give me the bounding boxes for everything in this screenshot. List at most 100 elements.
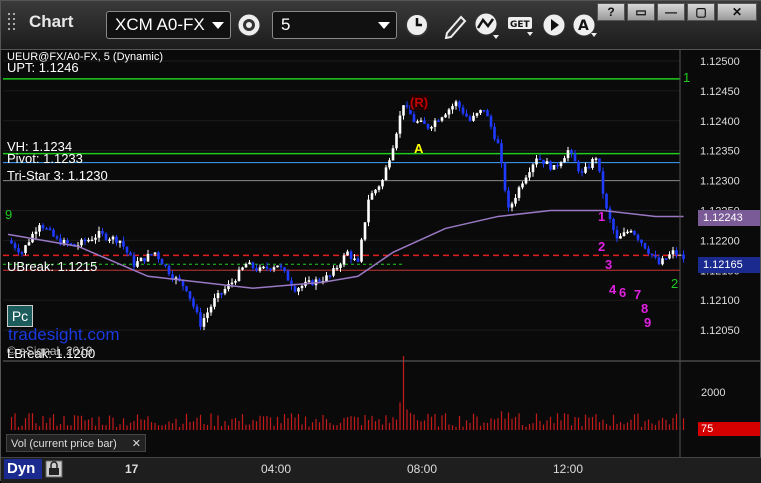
candle-body [465,113,468,117]
candle-body [682,254,685,260]
candle-body [643,243,647,249]
price-tick: 1.12500 [700,56,740,68]
candle-body [444,114,447,118]
candle-body [559,162,563,167]
candle-body [570,150,573,154]
candle-body [629,230,633,233]
get-data-icon[interactable]: GET [507,11,535,39]
price-tick: 1.12050 [700,325,740,337]
play-icon[interactable] [541,11,569,39]
candle-body [262,266,265,269]
candle-body [339,264,342,268]
candle-body [615,229,619,239]
price-chart[interactable]: 1.12500 1.12450 1.12400 1.12350 1.12300 1.122… [3,49,760,457]
candle-body [451,106,454,110]
minimize-button[interactable]: — [657,3,685,21]
candle-body [111,236,115,240]
candle-body [237,269,241,281]
candle-body [416,121,419,123]
candle-body [38,225,41,232]
studies-icon[interactable] [473,11,501,39]
window-title: Chart [29,12,74,31]
dyn-button[interactable]: Dyn [4,459,42,479]
candle-body [482,109,486,112]
candle-body [45,228,48,230]
candle-body [458,101,461,108]
candle-body [248,262,251,265]
candle-body [524,177,528,184]
candle-body [661,258,664,265]
td-count-magenta: 8 [641,301,648,316]
lock-icon[interactable] [45,460,63,478]
help-button[interactable]: ? [597,3,625,21]
candle-body [206,312,209,319]
a-marker: A [414,141,424,156]
candle-body [356,258,360,262]
clock-icon[interactable] [403,11,431,39]
candle-body [619,236,622,239]
td-count-magenta: 2 [598,239,605,254]
volume-panel-text: Vol (current price bar) [11,438,117,450]
candle-body [654,255,657,258]
chevron-down-icon [378,22,390,29]
settings-gear-icon[interactable] [235,11,263,39]
candle-body [146,253,150,262]
candle-body [241,267,244,270]
candle-body [538,158,542,161]
symbol-select[interactable]: XCM A0-FX [106,11,231,39]
candle-body [272,267,276,270]
candle-body [584,166,587,173]
candle-body [132,255,136,267]
candle-body [293,286,297,292]
brand-watermark: tradesight.com [8,325,120,344]
alert-icon[interactable]: A [571,11,599,39]
candle-body [265,266,269,269]
volume-panel-label[interactable]: Vol (current price bar) ✕ [6,434,146,452]
candle-body [17,248,20,253]
td-counts: 1234 6 789912 [5,70,690,330]
td-count-green: 2 [671,276,678,291]
candle-body [542,159,545,165]
candle-body [335,267,339,270]
grip-icon[interactable] [5,9,23,37]
candle-body [657,257,661,265]
close-button[interactable]: ✕ [717,3,757,21]
candle-body [636,234,640,240]
candle-body [209,306,213,313]
candle-body [125,246,129,253]
candle-body [307,280,311,282]
candle-body [580,171,584,173]
td-count-green: 1 [683,70,690,85]
candle-body [353,258,356,260]
candle-body [188,291,192,299]
r-marker: (R) [410,95,429,110]
interval-select[interactable]: 5 [272,11,397,39]
candle-body [503,163,507,191]
candle-body [374,189,377,194]
close-icon[interactable]: ✕ [132,435,141,453]
td-count-magenta: 4 [609,282,617,297]
candle-body [87,239,90,242]
copyright-text: © eSignal, 2019 [7,344,93,358]
candle-body [94,237,97,240]
maximize-button[interactable]: ▢ [687,3,715,21]
price-axis: 1.12500 1.12450 1.12400 1.12350 1.12300 1.122… [700,56,740,337]
link-button[interactable]: ▭ [627,3,655,21]
draw-pencil-icon[interactable] [441,11,469,39]
candle-body [405,105,409,107]
candle-body [433,120,437,127]
pc-badge[interactable]: Pc [7,305,33,327]
candle-body [612,218,615,230]
candle-body [514,197,517,204]
candle-body [517,187,521,198]
candle-body [384,167,388,181]
candle-body [479,109,482,114]
candle-body [496,139,500,144]
candle-body [251,262,255,269]
time-label-0400: 04:00 [261,462,292,476]
candle-body [143,257,146,262]
svg-text:GET: GET [510,20,531,30]
toolbar: Chart XCM A0-FX 5 GET A ? ▭ — ▢ ✕ [1,1,761,50]
candle-body [577,161,580,172]
volume-last-box: 75 [698,422,760,436]
